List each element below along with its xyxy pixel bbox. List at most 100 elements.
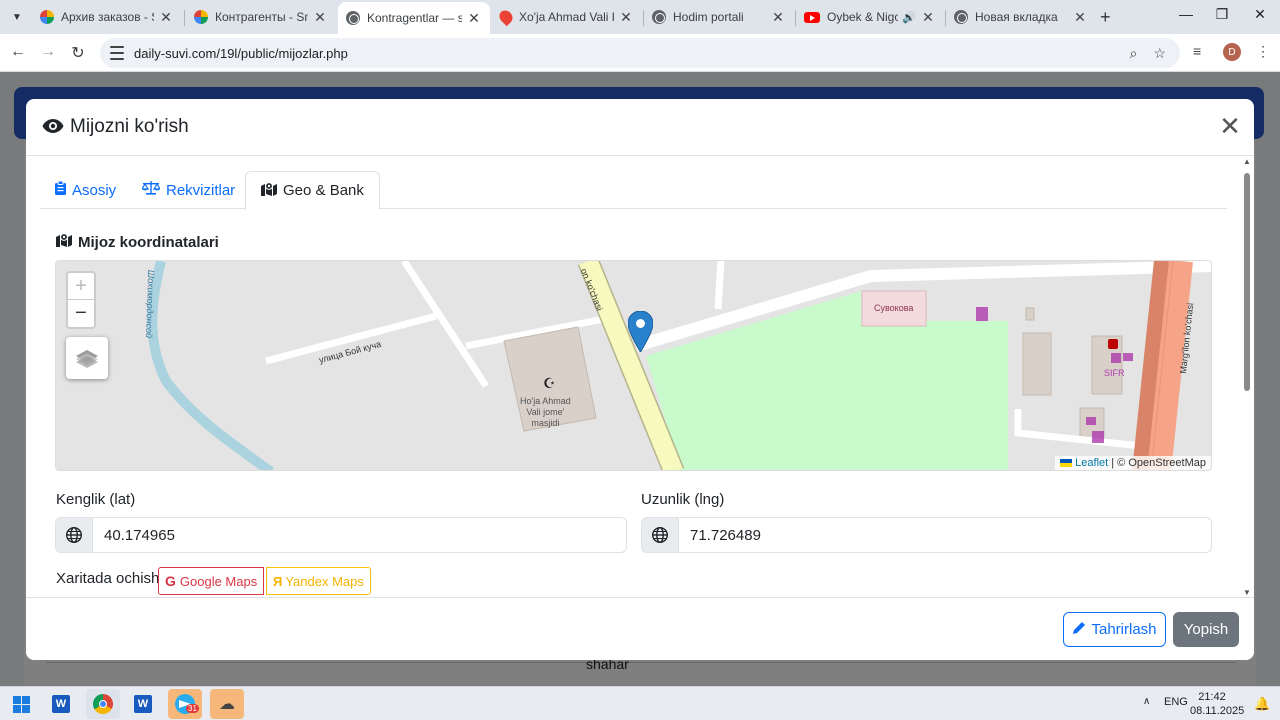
word-icon: W — [134, 695, 152, 713]
new-tab-button[interactable]: + — [1100, 7, 1111, 28]
open-in-map-label: Xaritada ochish — [56, 570, 160, 587]
cloud-icon: ☁ — [219, 696, 235, 713]
close-icon[interactable]: ✕ — [466, 10, 482, 27]
chrome-icon — [93, 694, 113, 714]
site-info-icon[interactable] — [110, 46, 124, 60]
ukraine-flag-icon — [1060, 459, 1073, 467]
language-indicator[interactable]: ENG — [1164, 696, 1188, 708]
tray-overflow-icon[interactable]: ∧ — [1143, 696, 1150, 707]
url-text[interactable]: daily-suvi.com/19l/public/mijozlar.php — [134, 46, 348, 61]
windows-icon — [12, 695, 30, 713]
leaflet-link[interactable]: Leaflet — [1075, 457, 1108, 469]
scroll-down-icon[interactable]: ▼ — [1243, 588, 1251, 597]
reload-button[interactable]: ↻ — [68, 43, 88, 63]
smart-icon — [40, 10, 54, 24]
globe-icon — [346, 11, 360, 25]
taskbar-chrome-app[interactable] — [86, 689, 120, 719]
yandex-maps-button[interactable]: Я Yandex Maps — [266, 567, 371, 595]
scroll-up-icon[interactable]: ▲ — [1243, 157, 1251, 166]
tab-title: Hodim portali — [673, 10, 744, 24]
globe-icon — [55, 517, 93, 553]
tab-title: Oybek & Nigora — [827, 10, 899, 24]
edit-button[interactable]: Tahrirlash — [1063, 612, 1166, 647]
maximize-button[interactable]: ❐ — [1202, 6, 1242, 23]
browser-tab-map[interactable]: Xo'ja Ahmad Vali Kat ✕ — [492, 4, 642, 30]
modal-close-button[interactable]: ✕ — [1216, 113, 1244, 141]
location-marker-icon[interactable] — [627, 310, 654, 353]
taskbar-telegram-app[interactable]: 31 — [168, 689, 202, 719]
close-icon[interactable]: ✕ — [158, 9, 174, 26]
leaflet-map[interactable]: ☪ on ko'chasi улица Бой куча Шохимордонс… — [55, 260, 1212, 471]
close-button[interactable]: Yopish — [1173, 612, 1239, 647]
tab-title: Архив заказов - Sma — [61, 10, 154, 24]
modal-scrollbar[interactable]: ▲ ▼ — [1242, 157, 1252, 597]
tab-label: Rekvizitlar — [166, 181, 236, 199]
globe-icon — [641, 517, 679, 553]
tab-title: Контрагенты - Smart — [215, 10, 308, 24]
taskbar-word-app-2[interactable]: W — [126, 689, 160, 719]
taskbar-word-app[interactable]: W — [44, 689, 78, 719]
lng-field[interactable]: 71.726489 — [679, 517, 1212, 553]
bookmark-star-icon[interactable]: ☆ — [1153, 45, 1166, 62]
globe-icon — [954, 10, 968, 24]
notification-bell-icon[interactable]: 🔔 — [1254, 696, 1270, 712]
browser-tab-archive[interactable]: Архив заказов - Sma ✕ — [32, 4, 182, 30]
close-icon[interactable]: ✕ — [770, 9, 786, 26]
address-bar[interactable]: daily-suvi.com/19l/public/mijozlar.php ⌕… — [100, 38, 1180, 68]
browser-tab-youtube[interactable]: Oybek & Nigora 🔊 ✕ — [796, 4, 944, 30]
zoom-icon[interactable]: ⌕ — [1130, 45, 1138, 62]
forward-button[interactable]: → — [38, 43, 58, 61]
taskbar-cloud-app[interactable]: ☁ — [210, 689, 244, 719]
tab-geo-bank[interactable]: Geo & Bank — [245, 171, 380, 210]
system-clock[interactable]: 21:42 08.11.2025 — [1190, 690, 1245, 718]
tab-search-button[interactable]: ▼ — [6, 6, 28, 28]
close-icon[interactable]: ✕ — [920, 9, 936, 26]
google-maps-button[interactable]: G Google Maps — [158, 567, 265, 595]
close-icon[interactable]: ✕ — [618, 9, 634, 26]
tab-title: Kontragentlar — stac — [367, 11, 462, 25]
yandex-icon: Я — [273, 573, 283, 589]
globe-icon — [652, 10, 666, 24]
map-attribution: Leaflet | © OpenStreetMap — [1055, 456, 1211, 470]
clock-date: 08.11.2025 — [1190, 705, 1245, 717]
map-tiles: ☪ — [56, 261, 1211, 470]
browser-tab-contragents[interactable]: Контрагенты - Smart ✕ — [186, 4, 336, 30]
modal-title: Mijozni ko'rish — [70, 116, 189, 137]
tab-label: Geo & Bank — [283, 182, 364, 199]
modal-footer: Tahrirlash Yopish — [26, 597, 1254, 660]
tab-title: Xo'ja Ahmad Vali Kat — [519, 10, 614, 24]
clipboard-icon — [55, 180, 66, 199]
menu-kebab-icon[interactable]: ⋮ — [1256, 43, 1270, 60]
back-button[interactable]: ← — [8, 43, 28, 61]
telegram-badge: 31 — [186, 704, 199, 713]
map-pin-icon — [496, 7, 516, 27]
zoom-control: + − — [66, 271, 96, 329]
tab-rekvizitlar[interactable]: Rekvizitlar — [127, 171, 250, 209]
profile-avatar[interactable]: D — [1223, 43, 1241, 61]
browser-tab-new[interactable]: Новая вкладка ✕ — [946, 4, 1096, 30]
lat-field[interactable]: 40.174965 — [93, 517, 627, 553]
close-icon[interactable]: ✕ — [1072, 9, 1088, 26]
section-title: Mijoz koordinatalari — [56, 233, 219, 251]
close-icon[interactable]: ✕ — [312, 9, 328, 26]
browser-tab-kontragentlar[interactable]: Kontragentlar — stac ✕ — [338, 2, 490, 34]
browser-tab-hodim[interactable]: Hodim portali ✕ — [644, 4, 794, 30]
lng-label: Uzunlik (lng) — [641, 491, 725, 508]
google-icon: G — [165, 573, 176, 589]
window-close-button[interactable]: ✕ — [1240, 6, 1280, 23]
speaker-icon[interactable]: 🔊 — [902, 11, 916, 24]
zoom-out-button[interactable]: − — [68, 300, 94, 327]
pencil-icon — [1072, 621, 1086, 639]
minimize-button[interactable]: — — [1166, 6, 1206, 22]
tab-asosiy[interactable]: Asosiy — [40, 171, 131, 209]
word-icon: W — [52, 695, 70, 713]
google-maps-label: Google Maps — [179, 573, 258, 589]
start-button[interactable] — [4, 689, 38, 719]
layers-button[interactable] — [66, 337, 108, 379]
scroll-thumb[interactable] — [1244, 173, 1250, 391]
zoom-in-button[interactable]: + — [68, 273, 94, 300]
media-controls-icon[interactable]: ≡ — [1193, 43, 1201, 59]
attribution-separator: | — [1111, 457, 1115, 469]
osm-attribution[interactable]: © OpenStreetMap — [1117, 457, 1206, 469]
map-location-icon — [56, 233, 72, 251]
